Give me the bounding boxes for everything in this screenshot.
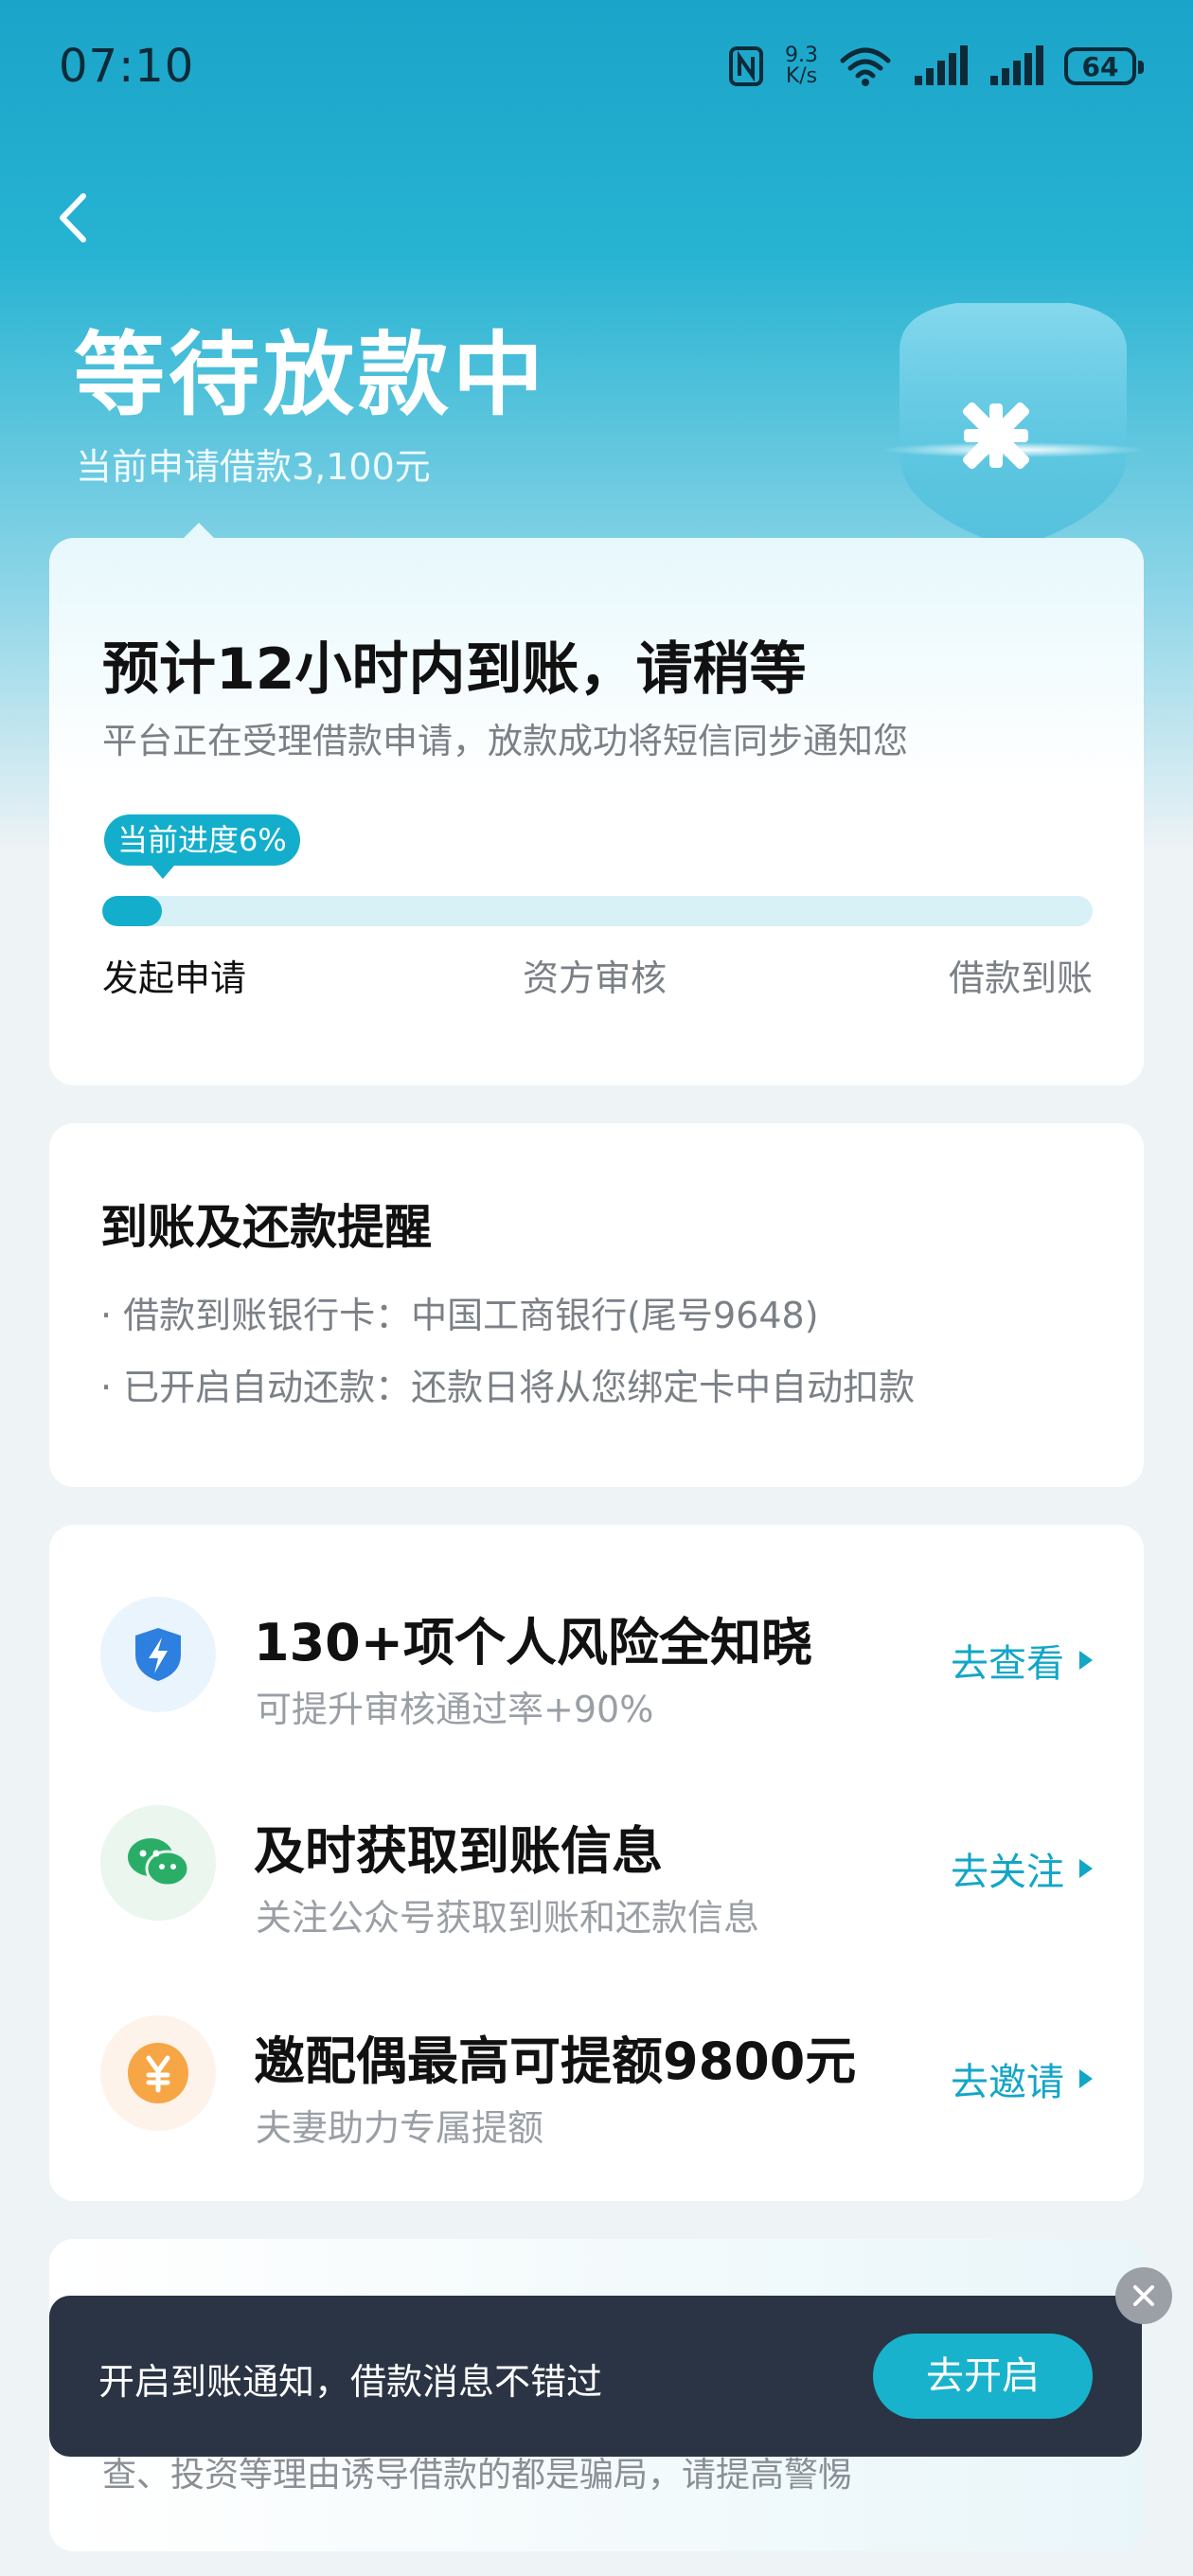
progress-card: 预计12小时内到账，请稍等 平台正在受理借款申请，放款成功将短信同步通知您 当前… [49,523,1144,1085]
battery-indicator: 64 [1064,47,1144,85]
action-title-risk: 130+项个人风险全知晓 [254,1613,812,1673]
nfc-icon [729,46,763,86]
play-arrow-icon [1079,1651,1093,1670]
status-icons: 9.3 K/s 64 [728,42,1144,91]
card-pointer [182,523,216,540]
close-icon[interactable] [1115,2267,1172,2324]
action-row-risk[interactable]: 130+项个人风险全知晓 可提升审核通过率+90% 去查看 [49,1563,1144,1730]
net-speed: 9.3 K/s [785,45,818,87]
status-bar: 07:10 9.3 K/s 64 [0,0,1193,133]
arrival-estimate-title: 预计12小时内到账，请稍等 [102,636,807,703]
reminder-card: 到账及还款提醒 · 借款到账银行卡：中国工商银行(尾号9648) · 已开启自动… [49,1123,1144,1487]
wifi-icon [840,47,891,86]
action-subtitle-invite: 夫妻助力专属提额 [256,2107,544,2149]
view-link[interactable]: 去查看 [951,1633,1093,1688]
yuan-coin-icon [100,2015,216,2131]
follow-link-label: 去关注 [951,1851,1064,1894]
step-apply: 发起申请 [102,957,247,999]
progress-bar [102,896,1093,926]
step-arrival: 借款到账 [948,957,1093,999]
action-title-wechat: 及时获取到账信息 [254,1821,663,1881]
shield-bolt-icon [100,1597,216,1712]
progress-bar-fill [102,896,162,926]
action-subtitle-wechat: 关注公众号获取到账和还款信息 [256,1897,760,1939]
toast-message: 开启到账通知，借款消息不错过 [98,2361,603,2403]
enable-notification-button[interactable]: 去开启 [873,2334,1093,2419]
action-subtitle-risk: 可提升审核通过率+90% [256,1689,654,1730]
action-title-invite: 邀配偶最高可提额9800元 [254,2031,857,2091]
play-arrow-icon [1079,1859,1093,1878]
page-title: 等待放款中 [74,322,547,428]
reminder-item-auto-repay: · 已开启自动还款：还款日将从您绑定卡中自动扣款 [100,1367,916,1408]
status-time: 07:10 [59,40,195,93]
play-arrow-icon [1079,2069,1093,2088]
back-arrow-icon[interactable] [47,185,95,251]
view-link-label: 去查看 [951,1642,1064,1686]
battery-level: 64 [1081,50,1119,82]
progress-badge: 当前进度6% [104,814,300,879]
notification-toast: 开启到账通知，借款消息不错过 去开启 [49,2296,1142,2457]
page-subtitle: 当前申请借款3,100元 [76,446,431,488]
invite-link[interactable]: 去邀请 [951,2051,1093,2106]
arrival-estimate-desc: 平台正在受理借款申请，放款成功将短信同步通知您 [102,721,908,761]
signal-icon [915,45,968,85]
step-review: 资方审核 [523,957,668,999]
signal-icon-2 [990,45,1043,85]
shield-logo-icon [881,303,1146,549]
reminder-item-bank-card: · 借款到账银行卡：中国工商银行(尾号9648) [100,1295,819,1336]
wechat-icon [100,1805,216,1921]
net-speed-unit: K/s [785,64,818,88]
net-speed-value: 9.3 [785,44,818,67]
action-row-wechat[interactable]: 及时获取到账信息 关注公众号获取到账和还款信息 去关注 [49,1771,1144,1939]
reminder-title: 到账及还款提醒 [100,1200,432,1255]
action-card: 130+项个人风险全知晓 可提升审核通过率+90% 去查看 及时获取到账信息 关… [49,1525,1144,2201]
invite-link-label: 去邀请 [951,2061,1064,2104]
action-row-invite[interactable]: 邀配偶最高可提额9800元 夫妻助力专属提额 去邀请 [49,1981,1144,2149]
follow-link[interactable]: 去关注 [951,1841,1093,1896]
